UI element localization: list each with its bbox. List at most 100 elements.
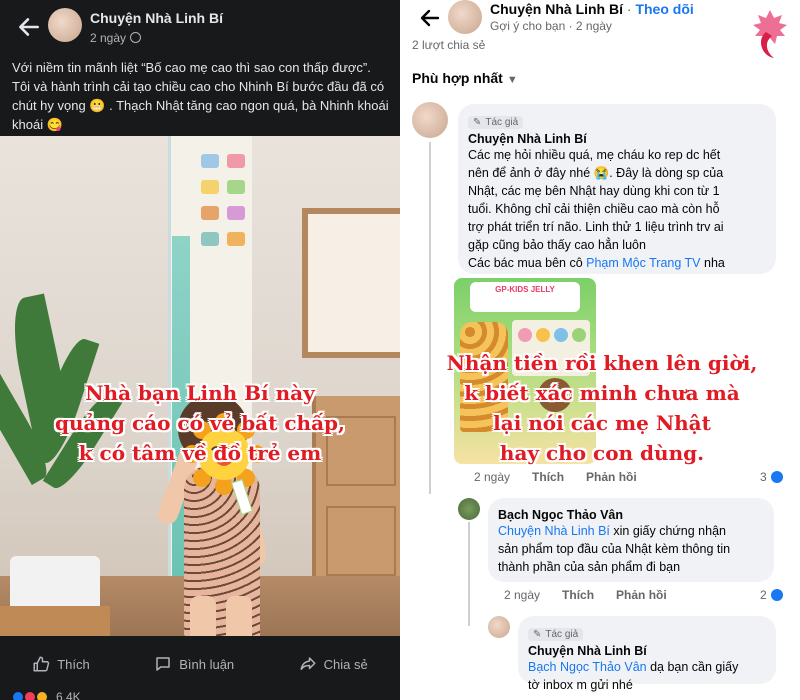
like-reaction-icon [770,471,783,483]
like-icon [33,656,50,672]
product-banner: GP-KIDS JELLY [470,282,580,312]
comment-text: Chuyện Nhà Linh Bí xin giấy chứng nhận s… [498,522,764,576]
comment-line: tuổi. Không chỉ cải thiện chiều cao mà c… [468,202,720,216]
commenter-name[interactable]: Bạch Ngọc Thảo Vân [498,508,764,522]
left-annotation-line: k có tâm về đồ trẻ em [78,441,322,465]
comment-line: gặp cũng bảo thấy cao hẳn luôn [468,238,646,252]
post-header: Chuyện Nhà Linh Bí 2 ngày [0,0,400,52]
follow-button[interactable]: Theo dõi [635,1,693,17]
right-annotation-line: k biết xác minh chưa mà [464,381,740,405]
left-post-panel: Chuyện Nhà Linh Bí 2 ngày Với niềm tin m… [0,0,400,700]
chevron-down-icon: ▼ [506,74,518,86]
comment-line-prefix: Các bác mua bên cô [468,256,587,270]
comment-icon [156,657,170,671]
love-reaction-icon [24,691,36,700]
comment-line: Nhật, các mẹ bên Nhật hay dùng khi con t… [468,184,720,198]
post-subline: Gợi ý cho bạn · 2 ngày [490,19,612,33]
comment-reply-button[interactable]: Phản hồi [616,588,667,602]
comment-meta: 2 ngày Thích Phản hồi [504,588,667,602]
right-annotation-line: lại nói các mẹ Nhật [493,411,711,435]
post-actions: Thích Bình luận Chia sẻ [0,644,400,684]
comment-time: 2 ngày [504,588,541,602]
commenter-name[interactable]: Chuyện Nhà Linh Bí [528,644,766,658]
post-time-label: 2 ngày [90,31,127,45]
mention-link[interactable]: Chuyện Nhà Linh Bí [498,524,610,538]
right-annotation-line: hay cho con dùng. [499,441,705,465]
comment-line-suffix: nha [700,256,725,270]
author-badge: ✎ Tác giả [468,116,524,129]
header-title: Chuyện Nhà Linh Bí · Theo dõi [490,1,694,17]
author-badge-icon: ✎ [533,629,542,640]
comment-text: Bạch Ngọc Thảo Vân dạ bạn cần giấy tờ in… [528,658,766,694]
comment-like-button[interactable]: Thích [532,470,564,484]
wall-frame [302,208,400,358]
author-badge: ✎ Tác giả [528,628,584,641]
commenter-name[interactable]: Chuyện Nhà Linh Bí [468,132,766,146]
right-comments-panel: 2 lượt chia sẻ Chuyện Nhà Linh Bí · Theo… [404,0,800,700]
right-annotation: Nhận tiền rồi khen lên giời, k biết xác … [404,348,800,468]
share-button[interactable]: Chia sẻ [299,655,368,673]
author-avatar[interactable] [448,0,482,34]
comment-meta: 2 ngày Thích Phản hồi [474,470,637,484]
author-name[interactable]: Chuyện Nhà Linh Bí [490,1,623,17]
back-arrow-icon[interactable] [418,6,442,30]
share-count[interactable]: 2 lượt chia sẻ [412,38,485,52]
comment-label: Bình luận [179,656,235,672]
globe-icon [130,32,142,43]
comment-line: Bạch Ngọc Thảo Vân dạ bạn cần giấy [528,658,766,676]
comment-line-text: dạ bạn cần giấy [646,660,739,674]
lotus-logo-icon [753,10,787,58]
comment-line: nên để ảnh ở đây nhé 😭. Đây là dòng sp c… [468,166,724,180]
mention-link[interactable]: Bạch Ngọc Thảo Vân [528,660,647,674]
comment-line: Các mẹ hỏi nhiều quá, mẹ cháu ko rep dc … [468,148,721,162]
left-annotation: Nhà bạn Linh Bí này quảng cáo có vẻ bất … [0,378,400,468]
like-button[interactable]: Thích [32,655,90,673]
like-label: Thích [57,656,90,672]
left-annotation-line: Nhà bạn Linh Bí này [85,381,315,405]
comment-line: sản phẩm top đầu của Nhật kèm thông tin [498,542,731,556]
comment-reply-button[interactable]: Phản hồi [586,470,637,484]
author-avatar[interactable] [48,8,82,42]
product-name: GP-KIDS JELLY [495,285,555,294]
haha-reaction-icon [36,691,48,700]
comment-bubble: ✎ Tác giả Chuyện Nhà Linh Bí Các mẹ hỏi n… [458,104,776,274]
comment-bubble: ✎ Tác giả Chuyện Nhà Linh Bí Bạch Ngọc Th… [518,616,776,692]
comment-line-text: xin giấy chứng nhận [609,524,726,538]
stool [0,606,110,636]
comment-like-count[interactable]: 3 [760,470,783,484]
author-badge-label: Tác giả [545,629,579,640]
post-caption: Với niềm tin mãnh liệt “Bố cao mẹ cao th… [12,60,389,132]
share-label: Chia sẻ [323,656,368,672]
comment-line: Chuyện Nhà Linh Bí xin giấy chứng nhận [498,522,764,540]
comment-line: tờ inbox m gửi nhé [528,678,633,692]
like-count-value: 2 [760,588,767,602]
mention-link[interactable]: Phạm Mộc Trang TV [586,256,700,270]
comment-text: Các mẹ hỏi nhiều quá, mẹ cháu ko rep dc … [468,146,766,272]
sort-label: Phù hợp nhất [412,70,503,86]
comment-line: trợ phát triển trí não. Linh thử 1 liệu … [468,220,724,234]
like-count-value: 3 [760,470,767,484]
reaction-count: 6,4K [56,690,81,700]
comment-line: thành phần của sản phẩm đi bạn [498,560,681,574]
author-badge-icon: ✎ [473,117,482,128]
sort-dropdown[interactable]: Phù hợp nhất ▼ [412,70,518,86]
comments-header: Chuyện Nhà Linh Bí · Theo dõi Gợi ý cho … [404,0,800,40]
comment-like-count[interactable]: 2 [760,588,783,602]
post-time: 2 ngày [90,31,142,45]
author-name[interactable]: Chuyện Nhà Linh Bí [90,10,223,26]
comment-button[interactable]: Bình luận [154,655,234,673]
share-icon [300,657,316,670]
reaction-summary[interactable]: 6,4K [12,690,81,700]
like-reaction-icon [770,589,783,601]
comment-bubble: Bạch Ngọc Thảo Vân Chuyện Nhà Linh Bí xi… [488,498,774,582]
like-reaction-icon [12,691,24,700]
comment-time: 2 ngày [474,470,511,484]
commenter-avatar[interactable] [488,616,510,638]
comment-line: Các bác mua bên cô Phạm Mộc Trang TV nha [468,254,766,272]
comment-like-button[interactable]: Thích [562,588,594,602]
commenter-avatar[interactable] [412,102,448,138]
back-arrow-icon[interactable] [16,14,42,40]
author-badge-label: Tác giả [485,117,519,128]
commenter-avatar[interactable] [458,498,480,520]
left-annotation-line: quảng cáo có vẻ bất chấp, [55,411,345,435]
